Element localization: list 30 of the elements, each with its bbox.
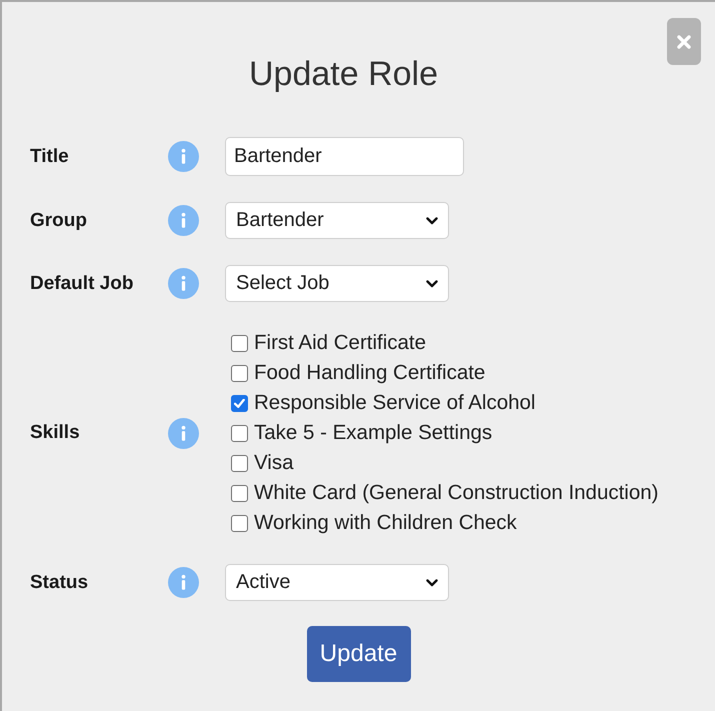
field-label: Skills [30, 422, 80, 444]
skill-label: Food Handling Certificate [254, 361, 486, 385]
checkbox[interactable] [231, 364, 248, 382]
skill-label: Take 5 - Example Settings [254, 421, 492, 445]
title-input[interactable]: Bartender [225, 137, 464, 176]
checkbox[interactable] [231, 394, 248, 412]
dialog-title: Update Role [248, 54, 438, 95]
checkbox[interactable] [231, 514, 248, 532]
chevron-down-icon [426, 280, 438, 288]
dropdown-select[interactable]: Select Job [225, 265, 449, 302]
dropdown-select[interactable]: Active [225, 564, 449, 601]
close-icon [677, 34, 691, 48]
update-button[interactable]: Update [306, 626, 410, 682]
checkbox[interactable] [231, 454, 248, 472]
skill-label: First Aid Certificate [254, 331, 426, 355]
field-label: Group [30, 210, 87, 232]
chevron-down-icon [426, 216, 438, 224]
field-label: Title [30, 146, 69, 168]
dropdown-select[interactable]: Bartender [225, 202, 449, 239]
chevron-down-icon [426, 578, 438, 586]
field-label: Status [30, 572, 88, 594]
checkbox[interactable] [231, 484, 248, 502]
skill-label: Responsible Service of Alcohol [254, 391, 536, 415]
checkbox[interactable] [231, 334, 248, 352]
skill-label: Working with Children Check [254, 511, 517, 535]
checkmark-icon [234, 398, 245, 408]
skill-label: Visa [254, 451, 294, 475]
checkbox[interactable] [231, 424, 248, 442]
field-label: Default Job [30, 272, 134, 294]
skill-label: White Card (General Construction Induction) [254, 481, 658, 505]
